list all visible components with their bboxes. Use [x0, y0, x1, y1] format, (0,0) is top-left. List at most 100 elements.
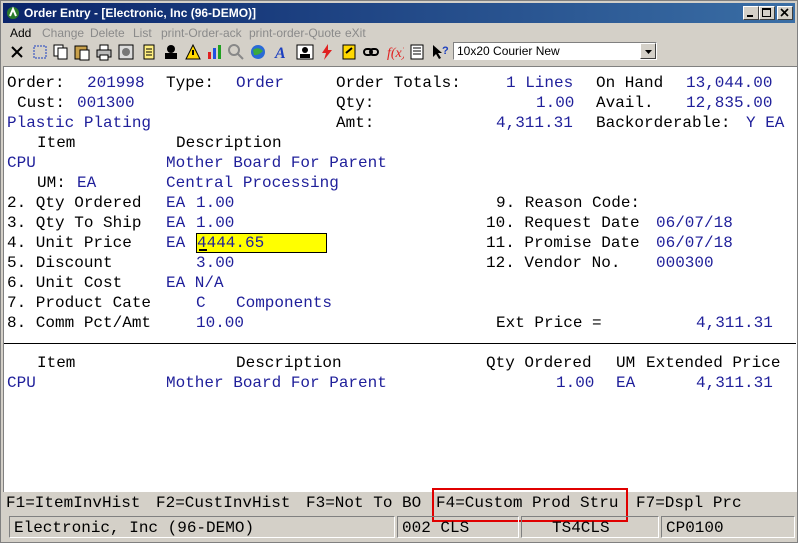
discount-value[interactable]: 3.00	[196, 253, 234, 273]
calculator-icon[interactable]	[339, 42, 359, 62]
combo-dropdown-button[interactable]	[640, 43, 656, 59]
function-key-bar: F1=ItemInvHist F2=CustInvHist F3=Not To …	[3, 492, 797, 513]
total-qty: 1.00	[536, 94, 575, 112]
f1-item-inv-hist[interactable]: F1=ItemInvHist	[6, 493, 140, 513]
help-icon[interactable]: ?	[430, 42, 450, 62]
status-company: Electronic, Inc (96-DEMO)	[14, 519, 255, 537]
unit-price-value[interactable]: 4444.65	[197, 233, 264, 253]
on-hand-label: On Hand	[596, 74, 664, 92]
maximize-button[interactable]	[759, 6, 775, 20]
menu-add[interactable]: Add	[10, 26, 31, 40]
lines-count: 1 Lines	[506, 74, 574, 92]
svg-text:A: A	[274, 45, 286, 62]
item-code: CPU	[7, 154, 36, 172]
contact-icon[interactable]	[295, 42, 315, 62]
lightning-icon[interactable]	[317, 42, 337, 62]
function-icon[interactable]: f(x)	[384, 42, 404, 62]
customer-name: Plastic Plating	[7, 114, 152, 132]
globe-icon[interactable]	[248, 42, 268, 62]
menu-change[interactable]: Change	[42, 26, 84, 40]
f3-not-to-bo[interactable]: F3=Not To BO	[306, 493, 421, 513]
status-bar: Electronic, Inc (96-DEMO) 002 CLS TS4CLS…	[3, 514, 797, 542]
qty-ordered-label: 2. Qty Ordered	[7, 194, 142, 212]
chevron-down-icon	[645, 50, 652, 54]
qty-ordered-value[interactable]: 1.00	[196, 193, 234, 213]
amt-label: Amt:	[336, 114, 375, 132]
terminal-font-combo[interactable]: 10x20 Courier New	[453, 42, 657, 60]
close-icon	[780, 8, 789, 17]
find-icon[interactable]	[226, 42, 246, 62]
qty-label: Qty:	[336, 94, 375, 112]
status-code1: 002 CLS	[402, 519, 470, 537]
maximize-icon	[762, 8, 771, 17]
cut-icon[interactable]	[7, 42, 27, 62]
menu-bar: Add Change Delete List print-Order-ack p…	[3, 24, 795, 41]
terminal-font-value: 10x20 Courier New	[457, 44, 560, 58]
svg-text:?: ?	[442, 45, 449, 57]
alert-icon[interactable]	[183, 42, 203, 62]
close-button[interactable]	[777, 6, 793, 20]
row-qty-ordered: 1.00	[556, 374, 595, 392]
cust-number: 001300	[77, 94, 135, 112]
user-icon[interactable]	[161, 42, 181, 62]
um-value: EA	[77, 174, 97, 192]
avail-value: 12,835.00	[686, 94, 773, 112]
print-icon[interactable]	[94, 42, 114, 62]
svg-text:f(x): f(x)	[387, 46, 404, 61]
order-entry-window: Order Entry - [Electronic, Inc (96-DEMO)…	[0, 0, 798, 543]
minimize-icon	[747, 15, 753, 17]
status-code3: CP0100	[666, 519, 724, 537]
font-icon[interactable]: A	[271, 42, 291, 62]
menu-list[interactable]: List	[133, 26, 152, 40]
product-category-code[interactable]: C	[196, 293, 206, 313]
paste-icon[interactable]	[72, 42, 92, 62]
request-date-value[interactable]: 06/07/18	[656, 213, 733, 233]
cust-label: Cust:	[17, 94, 66, 112]
product-category-name: Components	[236, 294, 333, 312]
on-hand-value: 13,044.00	[686, 74, 773, 92]
f7-dspl-prc[interactable]: F7=Dspl Prc	[636, 493, 742, 513]
qty-to-ship-value[interactable]: 1.00	[196, 213, 234, 233]
copy-icon[interactable]	[51, 42, 71, 62]
product-category-label: 7. Product Cate	[7, 294, 152, 312]
table-header-qty-ordered: Qty Ordered	[486, 354, 592, 372]
type-value: Order	[236, 74, 285, 92]
link-icon[interactable]	[361, 42, 381, 62]
table-header-um: UM	[616, 354, 636, 372]
ext-price-value: 4,311.31	[696, 314, 773, 332]
menu-exit[interactable]: eXit	[345, 26, 366, 40]
f2-cust-inv-hist[interactable]: F2=CustInvHist	[156, 493, 290, 513]
order-number: 201998	[87, 74, 145, 92]
unit-price-um: EA	[166, 234, 186, 252]
promise-date-value[interactable]: 06/07/18	[656, 233, 733, 253]
row-item: CPU	[7, 374, 36, 392]
order-label: Order:	[7, 74, 65, 92]
qty-ordered-um: EA	[166, 194, 186, 212]
qty-to-ship-um: EA	[166, 214, 186, 232]
table-header-extended-price: Extended Price	[646, 354, 781, 372]
settings-icon[interactable]	[116, 42, 136, 62]
status-company-panel: Electronic, Inc (96-DEMO)	[9, 516, 395, 538]
vendor-no-value[interactable]: 000300	[656, 253, 714, 273]
request-date-label: 10. Request Date	[486, 214, 640, 232]
avail-label: Avail.	[596, 94, 654, 112]
menu-delete[interactable]: Delete	[90, 26, 125, 40]
status-code2-panel: TS4CLS	[521, 516, 659, 538]
app-icon[interactable]	[6, 6, 20, 20]
chart-icon[interactable]	[204, 42, 224, 62]
backorderable-label: Backorderable:	[596, 114, 731, 132]
menu-print-order-ack[interactable]: print-Order-ack	[161, 26, 242, 40]
unit-cost-value[interactable]: EA N/A	[166, 273, 224, 293]
document-icon[interactable]	[407, 42, 427, 62]
terminal-screen[interactable]: Order: 201998 Type: Order Order Totals: …	[3, 66, 797, 492]
menu-print-order-quote[interactable]: print-order-Quote	[249, 26, 341, 40]
item-column-header: Item	[37, 134, 76, 152]
unit-price-label: 4. Unit Price	[7, 234, 132, 252]
select-icon[interactable]	[30, 42, 50, 62]
notepad-icon[interactable]	[139, 42, 159, 62]
description-column-header: Description	[176, 134, 282, 152]
minimize-button[interactable]	[743, 6, 759, 20]
discount-label: 5. Discount	[7, 254, 113, 272]
title-bar[interactable]: Order Entry - [Electronic, Inc (96-DEMO)…	[3, 3, 795, 23]
comm-pct-value[interactable]: 10.00	[196, 313, 244, 333]
